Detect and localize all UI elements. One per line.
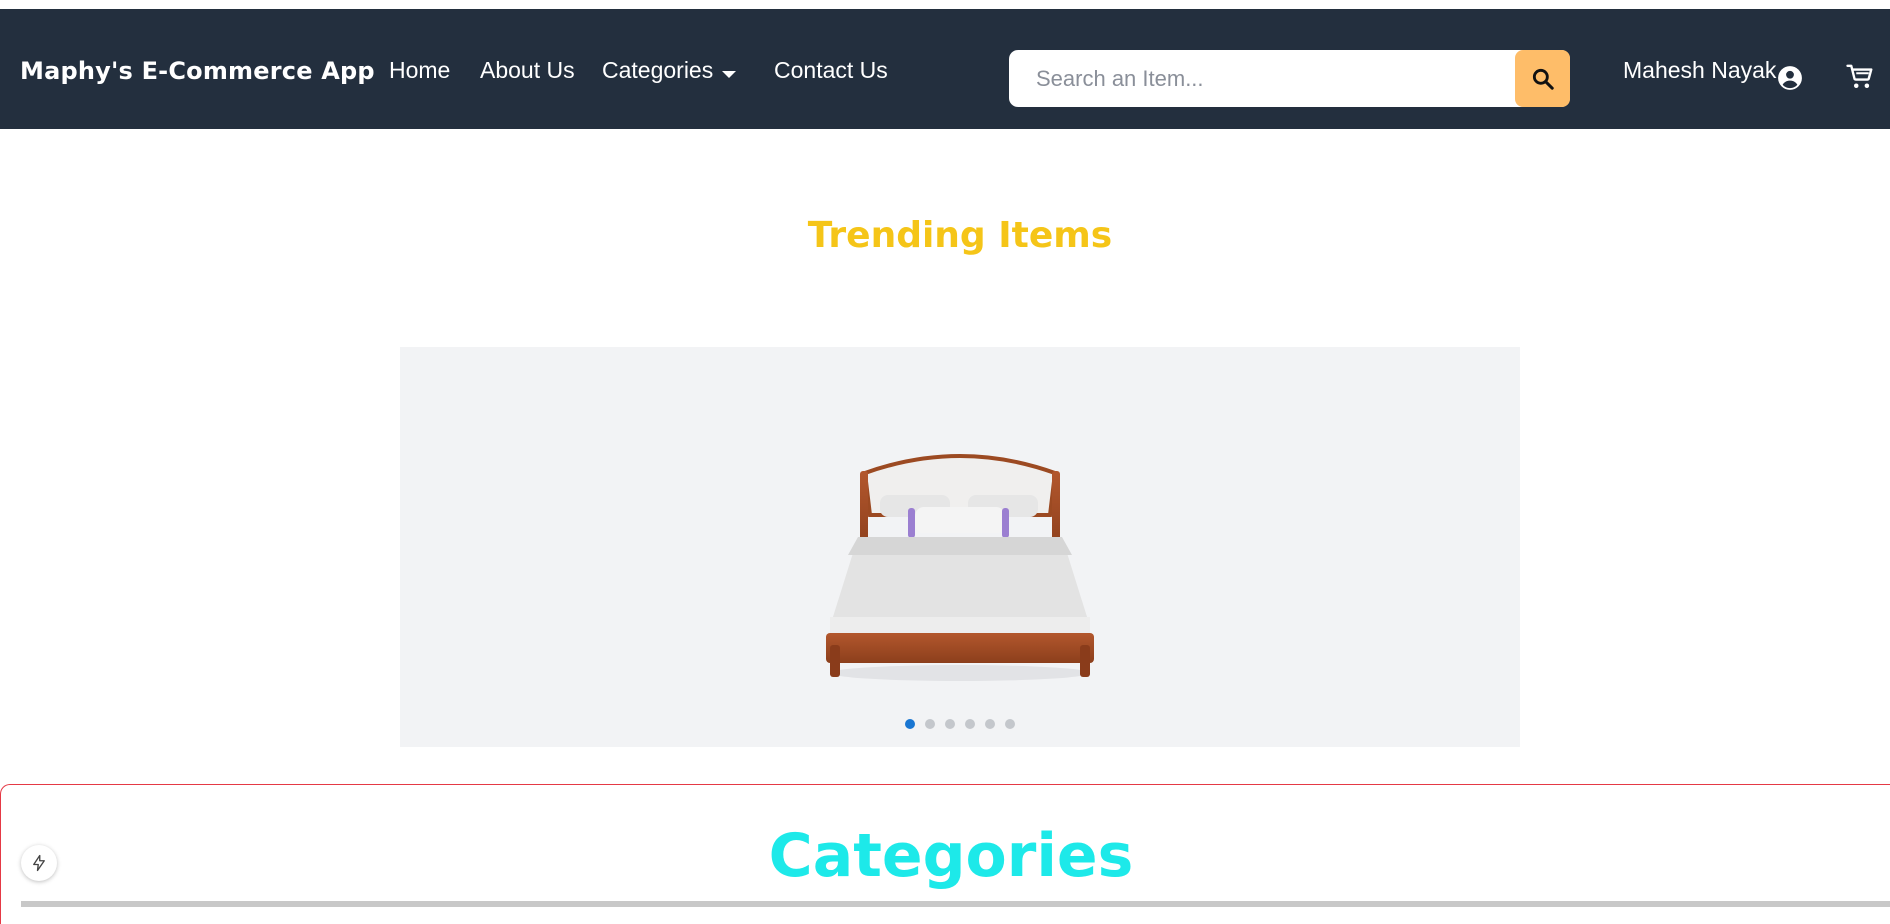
navbar: Maphy's E-Commerce App Home About Us Cat… (0, 9, 1890, 129)
carousel-dot[interactable] (985, 719, 995, 729)
carousel-dot[interactable] (965, 719, 975, 729)
carousel-dot[interactable] (905, 719, 915, 729)
nav-about-link[interactable]: About Us (480, 57, 575, 84)
chevron-down-icon[interactable] (722, 71, 736, 78)
search-box (1009, 50, 1570, 107)
shopping-cart-icon[interactable] (1845, 62, 1875, 92)
nav-categories-dropdown[interactable]: Categories (602, 57, 713, 84)
search-icon (1532, 68, 1554, 90)
carousel-dot[interactable] (945, 719, 955, 729)
floating-action-button[interactable] (21, 845, 57, 881)
trending-carousel[interactable] (400, 347, 1520, 747)
nav-contact-link[interactable]: Contact Us (774, 57, 888, 84)
horizontal-scrollbar[interactable] (21, 901, 1890, 907)
carousel-dot[interactable] (925, 719, 935, 729)
bed-product-image[interactable] (820, 445, 1100, 685)
brand-logo[interactable]: Maphy's E-Commerce App (20, 57, 375, 85)
carousel-indicators (905, 719, 1015, 731)
trending-items-heading: Trending Items (807, 215, 1113, 256)
account-circle-icon[interactable] (1777, 65, 1803, 91)
user-name[interactable]: Mahesh Nayak (1623, 57, 1776, 84)
categories-section: Categories (0, 784, 1890, 924)
search-input[interactable] (1009, 50, 1515, 107)
top-strip (0, 0, 1890, 9)
search-button[interactable] (1515, 50, 1570, 107)
nav-home-link[interactable]: Home (389, 57, 450, 84)
categories-heading: Categories (768, 821, 1134, 891)
lightning-bolt-icon (33, 854, 45, 872)
carousel-dot[interactable] (1005, 719, 1015, 729)
